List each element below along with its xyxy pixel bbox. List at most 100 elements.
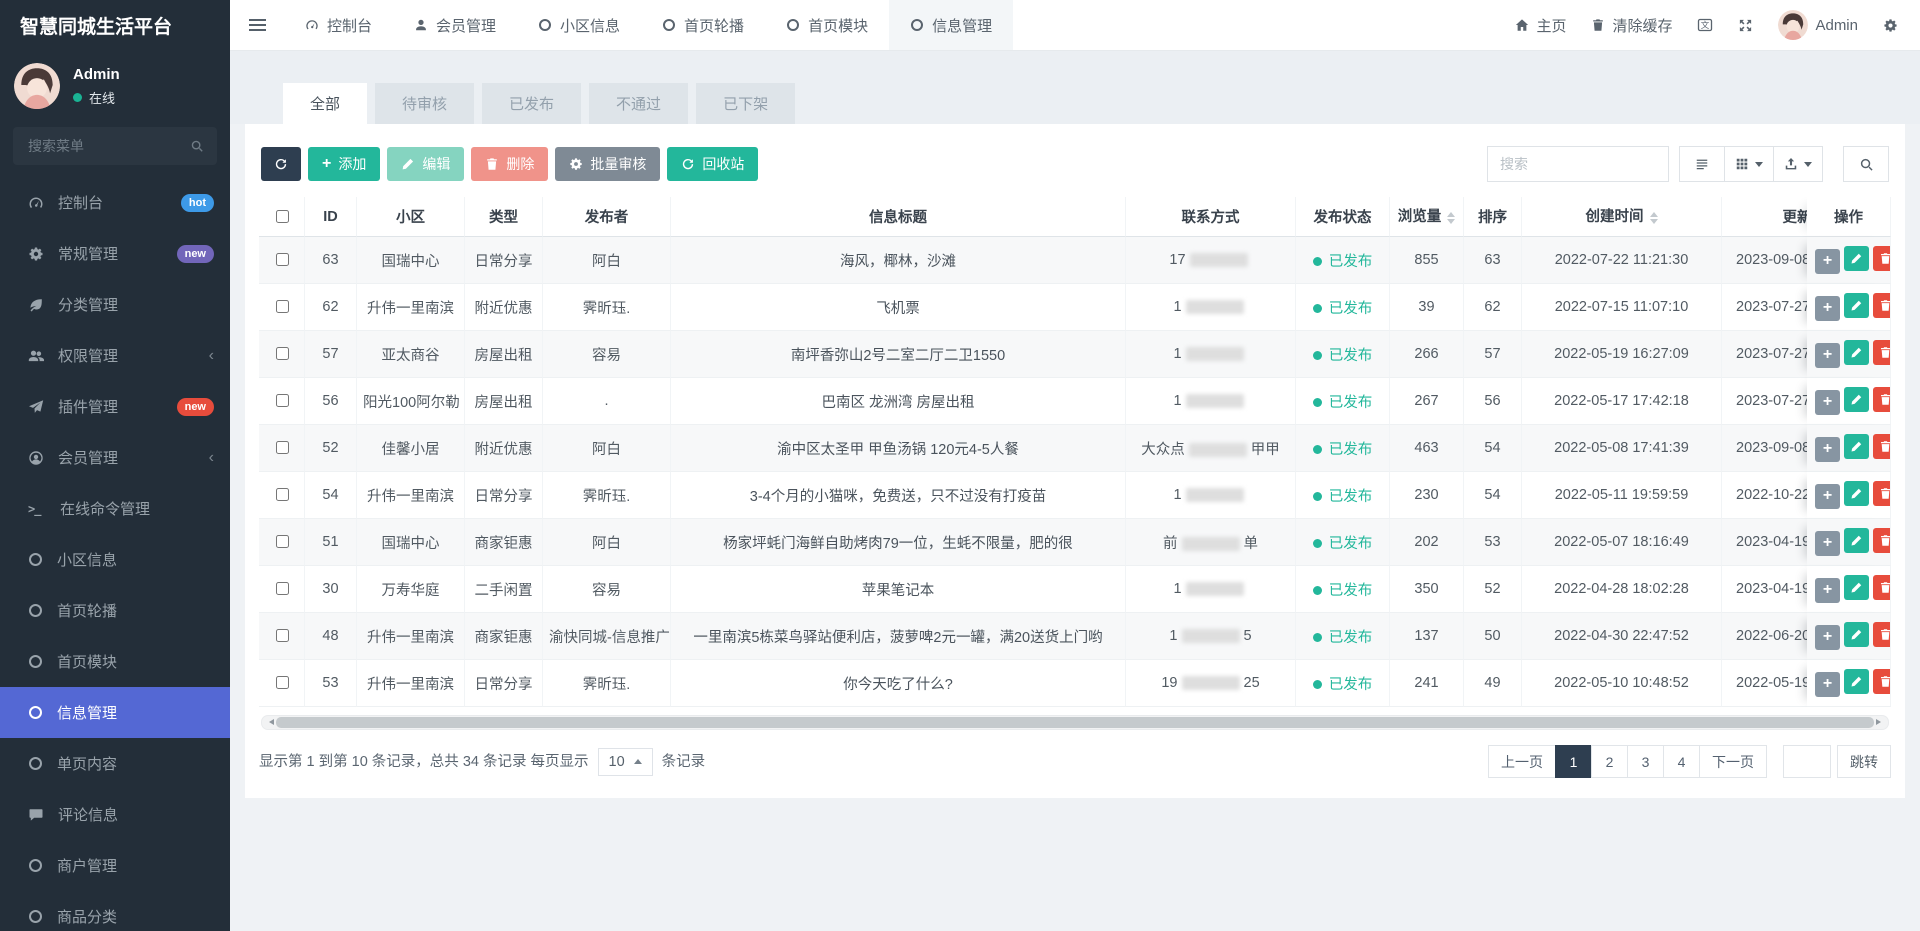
topnav-info-manage[interactable]: 信息管理: [889, 0, 1013, 50]
table-search-input[interactable]: [1487, 146, 1669, 182]
more-actions-button[interactable]: +: [1815, 531, 1840, 556]
export-button[interactable]: [1773, 146, 1823, 182]
row-edit-button[interactable]: [1844, 387, 1869, 412]
recycle-bin-button[interactable]: 回收站: [667, 147, 758, 181]
menu-search-input[interactable]: [26, 137, 182, 155]
language-switch[interactable]: 文: [1697, 17, 1713, 33]
more-actions-button[interactable]: +: [1815, 296, 1840, 321]
sidebar-item-merchant[interactable]: 商户管理: [0, 840, 230, 891]
row-delete-button[interactable]: [1873, 622, 1891, 647]
topnav-home-banner[interactable]: 首页轮播: [641, 0, 765, 50]
page-1-button[interactable]: 1: [1555, 745, 1592, 778]
home-link[interactable]: 主页: [1515, 15, 1566, 36]
topnav-dashboard[interactable]: 控制台: [284, 0, 393, 50]
tab-published[interactable]: 已发布: [482, 83, 581, 124]
sidebar-item-info-manage[interactable]: 信息管理: [0, 687, 230, 738]
table-row[interactable]: 54 升伟一里南滨 日常分享 霁昕珏. 3-4个月的小猫咪，免费送，只不过没有打…: [259, 472, 1891, 519]
row-delete-button[interactable]: [1873, 293, 1891, 318]
delete-button[interactable]: 删除: [471, 147, 548, 181]
row-edit-button[interactable]: [1844, 575, 1869, 600]
row-checkbox[interactable]: [276, 676, 289, 689]
page-3-button[interactable]: 3: [1627, 745, 1664, 778]
scrollbar-thumb[interactable]: [276, 717, 1874, 728]
clear-cache-button[interactable]: 清除缓存: [1591, 15, 1672, 36]
topnav-community-info[interactable]: 小区信息: [517, 0, 641, 50]
sidebar-item-command[interactable]: >_在线命令管理: [0, 483, 230, 534]
sidebar-item-home-module[interactable]: 首页模块: [0, 636, 230, 687]
menu-toggle[interactable]: [230, 0, 284, 50]
row-checkbox[interactable]: [276, 582, 289, 595]
user-menu[interactable]: Admin: [1778, 10, 1858, 40]
row-edit-button[interactable]: [1844, 669, 1869, 694]
sidebar-item-comments[interactable]: 评论信息: [0, 789, 230, 840]
row-checkbox[interactable]: [276, 300, 289, 313]
next-page-button[interactable]: 下一页: [1699, 745, 1767, 778]
row-checkbox[interactable]: [276, 535, 289, 548]
more-actions-button[interactable]: +: [1815, 672, 1840, 697]
table-row[interactable]: 63 国瑞中心 日常分享 阿白 海风，椰林，沙滩 17 已发布 855 63 2…: [259, 237, 1891, 284]
table-row[interactable]: 62 升伟一里南滨 附近优惠 霁昕珏. 飞机票 1 已发布 39 62 2022…: [259, 284, 1891, 331]
row-edit-button[interactable]: [1844, 340, 1869, 365]
scroll-right-arrow-icon[interactable]: [1876, 719, 1884, 725]
page-2-button[interactable]: 2: [1591, 745, 1628, 778]
settings-menu[interactable]: [1883, 18, 1898, 33]
page-4-button[interactable]: 4: [1663, 745, 1700, 778]
table-row[interactable]: 53 升伟一里南滨 日常分享 霁昕珏. 你今天吃了什么? 1925 已发布 24…: [259, 660, 1891, 707]
page-jump-button[interactable]: 跳转: [1837, 745, 1891, 778]
row-delete-button[interactable]: [1873, 434, 1891, 459]
topnav-home-module[interactable]: 首页模块: [765, 0, 889, 50]
sidebar-item-dashboard[interactable]: 控制台hot: [0, 177, 230, 228]
table-row[interactable]: 30 万寿华庭 二手闲置 容易 苹果笔记本 1 已发布 350 52 2022-…: [259, 566, 1891, 613]
edit-button[interactable]: 编辑: [387, 147, 464, 181]
row-edit-button[interactable]: [1844, 481, 1869, 506]
more-actions-button[interactable]: +: [1815, 484, 1840, 509]
row-delete-button[interactable]: [1873, 528, 1891, 553]
table-row[interactable]: 51 国瑞中心 商家钜惠 阿白 杨家坪蚝门海鲜自助烤肉79一位，生蚝不限量，肥的…: [259, 519, 1891, 566]
sidebar-item-home-banner[interactable]: 首页轮播: [0, 585, 230, 636]
row-delete-button[interactable]: [1873, 481, 1891, 506]
detail-view-button[interactable]: [1679, 146, 1725, 182]
avatar[interactable]: [14, 63, 60, 109]
sidebar-item-goods-category[interactable]: 商品分类: [0, 891, 230, 931]
search-toggle-button[interactable]: [1843, 146, 1889, 182]
sidebar-item-addon[interactable]: 插件管理new: [0, 381, 230, 432]
row-edit-button[interactable]: [1844, 246, 1869, 271]
table-row[interactable]: 48 升伟一里南滨 商家钜惠 渝快同城-信息推广 一里南滨5栋菜鸟驿站便利店，菠…: [259, 613, 1891, 660]
row-delete-button[interactable]: [1873, 387, 1891, 412]
more-actions-button[interactable]: +: [1815, 343, 1840, 368]
prev-page-button[interactable]: 上一页: [1488, 745, 1556, 778]
col-views-sortable[interactable]: 浏览量: [1390, 197, 1464, 237]
row-checkbox[interactable]: [276, 488, 289, 501]
scroll-left-arrow-icon[interactable]: [266, 719, 274, 725]
sidebar-item-member[interactable]: 会员管理‹: [0, 432, 230, 483]
tab-rejected[interactable]: 不通过: [589, 83, 688, 124]
more-actions-button[interactable]: +: [1815, 625, 1840, 650]
row-edit-button[interactable]: [1844, 434, 1869, 459]
row-delete-button[interactable]: [1873, 246, 1891, 271]
row-edit-button[interactable]: [1844, 622, 1869, 647]
col-created-sortable[interactable]: 创建时间: [1522, 197, 1722, 237]
page-size-select[interactable]: 10: [598, 748, 653, 776]
page-jump-input[interactable]: [1783, 745, 1831, 778]
sidebar-item-single-page[interactable]: 单页内容: [0, 738, 230, 789]
tab-all[interactable]: 全部: [283, 83, 367, 124]
row-checkbox[interactable]: [276, 629, 289, 642]
sidebar-item-category[interactable]: 分类管理: [0, 279, 230, 330]
more-actions-button[interactable]: +: [1815, 437, 1840, 462]
table-row[interactable]: 56 阳光100阿尔勒 房屋出租 . 巴南区 龙洲湾 房屋出租 1 已发布 26…: [259, 378, 1891, 425]
topnav-member[interactable]: 会员管理: [393, 0, 517, 50]
row-checkbox[interactable]: [276, 253, 289, 266]
sidebar-item-general[interactable]: 常规管理new: [0, 228, 230, 279]
tab-pending[interactable]: 待审核: [375, 83, 474, 124]
row-checkbox[interactable]: [276, 394, 289, 407]
columns-button[interactable]: [1724, 146, 1774, 182]
add-button[interactable]: +添加: [308, 147, 380, 181]
row-delete-button[interactable]: [1873, 669, 1891, 694]
sidebar-item-auth[interactable]: 权限管理‹: [0, 330, 230, 381]
row-checkbox[interactable]: [276, 347, 289, 360]
refresh-button[interactable]: [261, 147, 301, 181]
row-delete-button[interactable]: [1873, 340, 1891, 365]
row-edit-button[interactable]: [1844, 528, 1869, 553]
more-actions-button[interactable]: +: [1815, 390, 1840, 415]
batch-audit-button[interactable]: 批量审核: [555, 147, 660, 181]
